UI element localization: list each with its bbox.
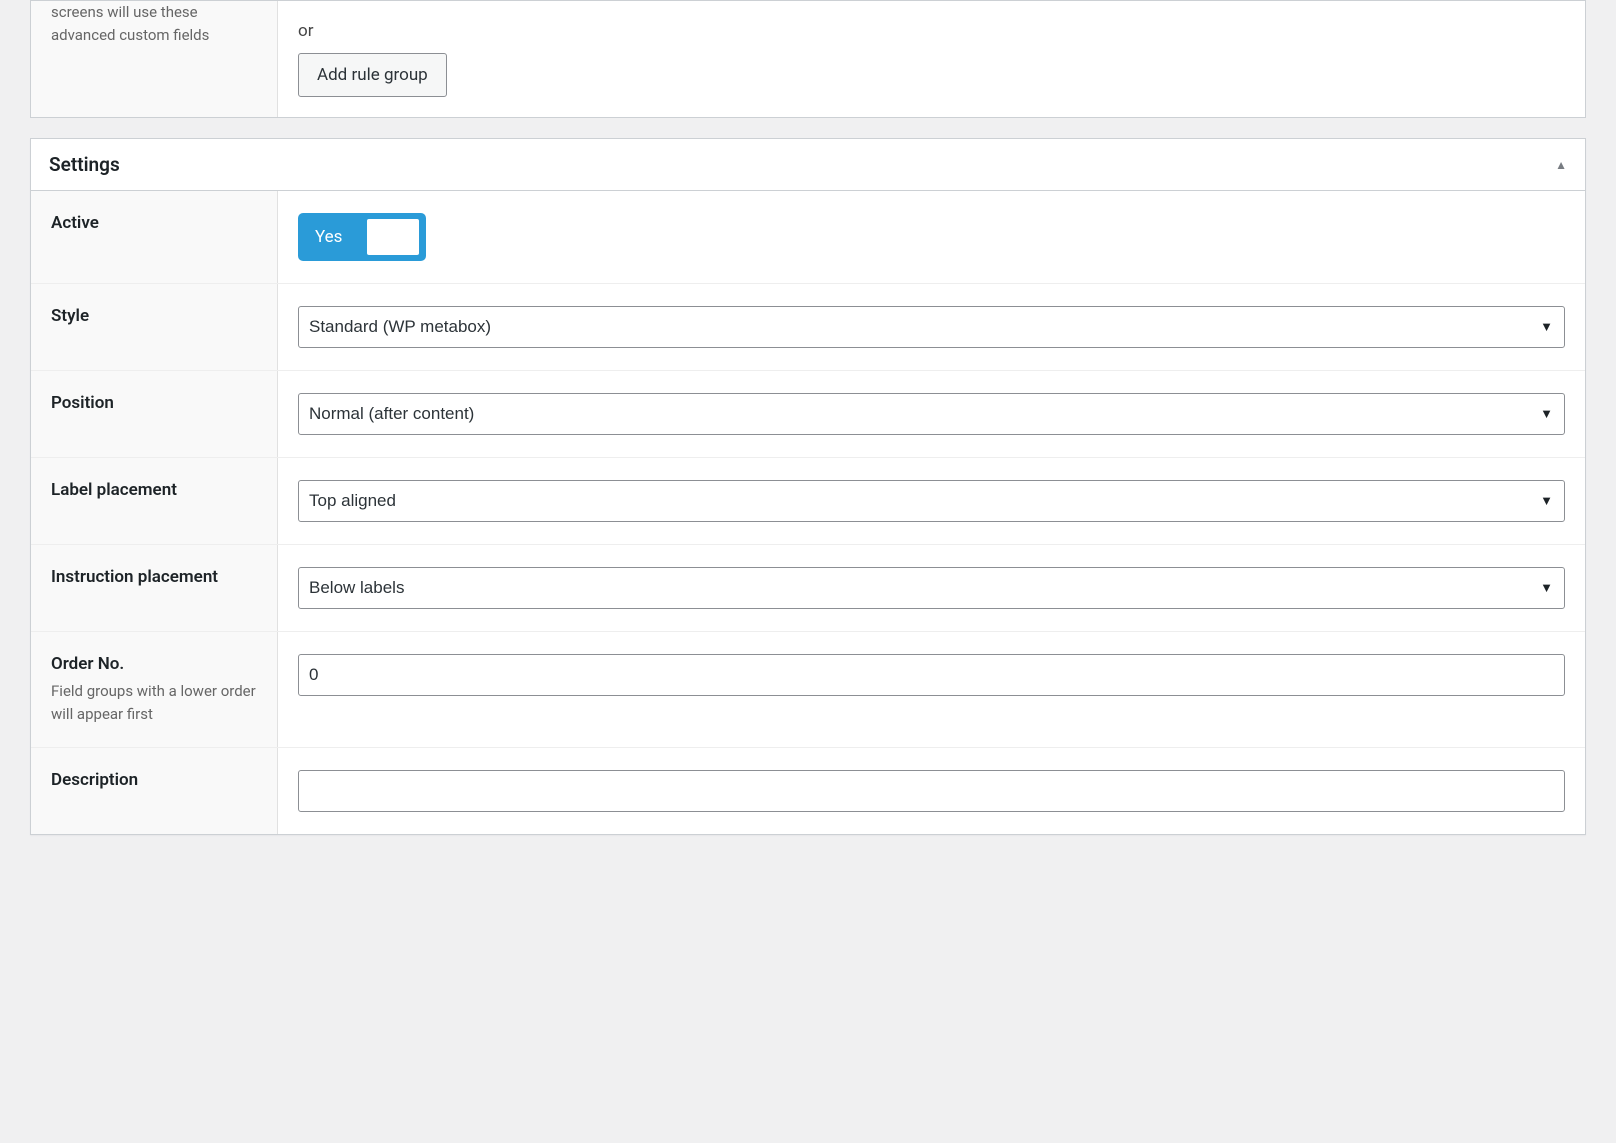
input-active: Yes	[278, 191, 1585, 283]
field-position: Position Normal (after content)	[31, 371, 1585, 458]
label-placement-select[interactable]: Top aligned	[298, 480, 1565, 522]
settings-header[interactable]: Settings ▲	[31, 139, 1585, 191]
add-rule-group-button[interactable]: Add rule group	[298, 53, 447, 97]
input-order-no	[278, 632, 1585, 747]
settings-postbox: Settings ▲ Active Yes Style	[30, 138, 1586, 835]
location-rules-box: screens will use these advanced custom f…	[30, 0, 1586, 118]
style-select[interactable]: Standard (WP metabox)	[298, 306, 1565, 348]
location-input-cell: or Add rule group	[278, 1, 1585, 117]
field-style: Style Standard (WP metabox)	[31, 284, 1585, 371]
field-label-placement: Label placement Top aligned	[31, 458, 1585, 545]
label-style: Style	[31, 284, 278, 370]
location-label-cell: screens will use these advanced custom f…	[31, 1, 278, 117]
label-order-no: Order No. Field groups with a lower orde…	[31, 632, 278, 747]
field-description: Description	[31, 748, 1585, 834]
location-description: screens will use these advanced custom f…	[51, 1, 257, 46]
field-instruction-placement: Instruction placement Below labels	[31, 545, 1585, 632]
label-active: Active	[31, 191, 278, 283]
input-label-placement: Top aligned	[278, 458, 1585, 544]
label-position: Position	[31, 371, 278, 457]
settings-title: Settings	[49, 153, 120, 176]
label-style-text: Style	[51, 306, 257, 326]
active-toggle-on-label: Yes	[299, 227, 350, 247]
active-toggle-slider	[365, 217, 421, 257]
label-description-text: Description	[51, 770, 257, 790]
input-description	[278, 748, 1585, 834]
input-position: Normal (after content)	[278, 371, 1585, 457]
instruction-placement-select[interactable]: Below labels	[298, 567, 1565, 609]
collapse-toggle-icon[interactable]: ▲	[1555, 158, 1567, 172]
active-toggle[interactable]: Yes	[298, 213, 426, 261]
label-position-text: Position	[51, 393, 257, 413]
or-separator: or	[298, 21, 1565, 41]
input-instruction-placement: Below labels	[278, 545, 1585, 631]
label-description: Description	[31, 748, 278, 834]
position-select[interactable]: Normal (after content)	[298, 393, 1565, 435]
field-active: Active Yes	[31, 191, 1585, 284]
description-input[interactable]	[298, 770, 1565, 812]
label-instruction-placement-text: Instruction placement	[51, 567, 257, 587]
label-label-placement-text: Label placement	[51, 480, 257, 500]
input-style: Standard (WP metabox)	[278, 284, 1585, 370]
label-active-text: Active	[51, 213, 257, 233]
label-instruction-placement: Instruction placement	[31, 545, 278, 631]
field-order-no: Order No. Field groups with a lower orde…	[31, 632, 1585, 748]
order-no-input[interactable]	[298, 654, 1565, 696]
description-order-no: Field groups with a lower order will app…	[51, 680, 257, 725]
label-label-placement: Label placement	[31, 458, 278, 544]
label-order-no-text: Order No.	[51, 654, 257, 674]
